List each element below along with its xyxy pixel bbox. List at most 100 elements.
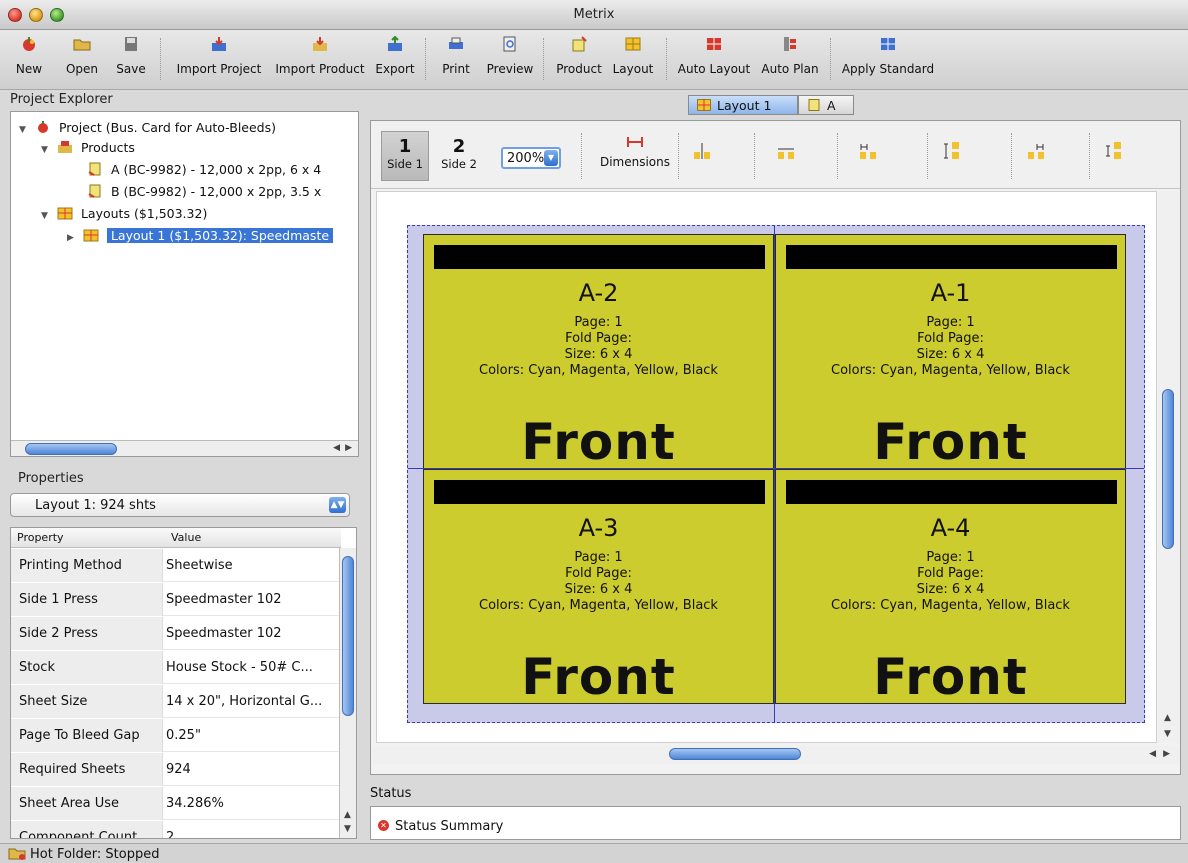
expanded-triangle-icon[interactable]: ▼ — [41, 140, 53, 160]
tree-item-product-a[interactable]: A (BC-9982) - 12,000 x 2pp, 6 x 4 — [87, 160, 321, 180]
apply-standard-button[interactable]: Apply Standard — [840, 36, 936, 86]
auto-plan-icon — [784, 37, 796, 51]
scroll-down-arrow-icon[interactable]: ▼ — [1164, 729, 1171, 739]
tree-item-product-b[interactable]: B (BC-9982) - 12,000 x 2pp, 3.5 x — [87, 182, 321, 202]
toolbar-separator — [678, 133, 679, 179]
preview-button[interactable]: Preview — [484, 36, 536, 86]
layout-canvas[interactable]: A-2 Page: 1 Fold Page: Size: 6 x 4 Color… — [376, 191, 1157, 743]
scrollbar-thumb[interactable] — [342, 556, 354, 716]
side-2-button[interactable]: 2 Side 2 — [435, 131, 483, 181]
toolbar-separator — [666, 38, 667, 80]
card-size: Size: 6 x 4 — [916, 347, 985, 362]
height-tool-button[interactable] — [937, 141, 967, 161]
table-row[interactable]: Sheet Area Use 34.286% — [11, 787, 341, 820]
toolbar-separator — [1011, 133, 1012, 179]
scroll-up-arrow-icon[interactable]: ▲ — [1164, 713, 1171, 723]
scrollbar-thumb[interactable] — [1162, 389, 1174, 549]
imposition-card-a-1[interactable]: A-1 Page: 1 Fold Page: Size: 6 x 4 Color… — [775, 234, 1126, 471]
column-header-property[interactable]: Property — [17, 531, 64, 544]
tab-layout-1[interactable]: Layout 1 — [688, 95, 798, 115]
import-product-button[interactable]: Import Product — [270, 36, 370, 86]
product-page-icon — [88, 184, 101, 198]
tree-item-layout-1[interactable]: ▶ Layout 1 ($1,503.32): Speedmaste — [67, 226, 334, 248]
column-header-value[interactable]: Value — [171, 531, 201, 544]
tab-product-a[interactable]: A — [798, 95, 854, 115]
tree-item-products[interactable]: ▼ Products — [41, 138, 135, 158]
table-row[interactable]: Printing Method Sheetwise — [11, 549, 341, 582]
tree-item-layouts[interactable]: ▼ Layouts ($1,503.32) — [41, 204, 207, 224]
auto-layout-button[interactable]: Auto Layout — [676, 36, 752, 86]
dimensions-button[interactable]: Dimensions — [595, 135, 675, 169]
product-button[interactable]: Product — [554, 36, 604, 86]
card-page: Page: 1 — [926, 550, 975, 565]
canvas-vertical-scrollbar[interactable]: ▲ ▼ — [1158, 191, 1180, 743]
new-project-icon — [23, 37, 35, 51]
properties-vertical-scrollbar[interactable]: ▲ ▼ — [339, 548, 356, 838]
scroll-down-arrow-icon[interactable]: ▼ — [344, 824, 351, 834]
table-row[interactable]: Required Sheets 924 — [11, 753, 341, 786]
height-all-button[interactable] — [1099, 141, 1129, 161]
card-header-bar — [786, 245, 1117, 269]
imposition-card-a-3[interactable]: A-3 Page: 1 Fold Page: Size: 6 x 4 Color… — [423, 469, 774, 706]
printer-icon — [449, 37, 463, 49]
press-sheet[interactable]: A-2 Page: 1 Fold Page: Size: 6 x 4 Color… — [407, 225, 1145, 723]
card-header-bar — [434, 480, 765, 504]
expanded-triangle-icon[interactable]: ▼ — [19, 120, 31, 140]
width-measure-icon — [860, 144, 876, 159]
scrollbar-thumb[interactable] — [25, 443, 117, 455]
table-row[interactable]: Page To Bleed Gap 0.25" — [11, 719, 341, 752]
bottom-status-bar: Hot Folder: Stopped — [0, 843, 1188, 863]
import-project-button[interactable]: Import Project — [173, 36, 265, 86]
scroll-right-arrow-icon[interactable]: ▶ — [1163, 749, 1170, 759]
chevron-down-icon[interactable]: ▼ — [544, 150, 558, 166]
main-toolbar: New Open Save Import Project Import Prod… — [0, 30, 1188, 90]
collapsed-triangle-icon[interactable]: ▶ — [67, 228, 79, 248]
tree-item-label: Layouts ($1,503.32) — [80, 206, 208, 221]
gap-horizontal-button[interactable] — [687, 141, 717, 161]
save-disk-icon — [125, 37, 137, 51]
width-all-button[interactable] — [1021, 141, 1051, 161]
tree-item-label: Project (Bus. Card for Auto-Bleeds) — [58, 120, 276, 135]
table-row[interactable]: Stock House Stock - 50# C... — [11, 651, 341, 684]
layout-button[interactable]: Layout — [610, 36, 656, 86]
scroll-up-arrow-icon[interactable]: ▲ — [344, 810, 351, 820]
auto-plan-button[interactable]: Auto Plan — [758, 36, 822, 86]
gap-vertical-button[interactable] — [771, 141, 801, 161]
layout-view-panel: 1 Side 1 2 Side 2 200% ▼ Dimensions A-2 … — [370, 120, 1181, 775]
scroll-left-arrow-icon[interactable]: ◀ — [1149, 749, 1156, 759]
card-side-label: Front — [873, 648, 1028, 706]
select-arrows-icon[interactable]: ▲▼ — [329, 497, 346, 513]
scroll-left-arrow-icon[interactable]: ◀ — [333, 443, 340, 453]
toolbar-separator — [543, 38, 544, 80]
print-button[interactable]: Print — [438, 36, 474, 86]
export-button[interactable]: Export — [373, 36, 417, 86]
side-1-button[interactable]: 1 Side 1 — [381, 131, 429, 181]
new-button[interactable]: New — [14, 36, 44, 86]
project-explorer-tree[interactable]: ▼ Project (Bus. Card for Auto-Bleeds) ▼ … — [10, 111, 359, 457]
horizontal-guide-line — [408, 468, 1144, 469]
status-summary[interactable]: Status Summary — [395, 819, 503, 834]
width-tool-button[interactable] — [853, 141, 883, 161]
tree-item-project[interactable]: ▼ Project (Bus. Card for Auto-Bleeds) — [19, 118, 276, 138]
table-row[interactable]: Sheet Size 14 x 20", Horizontal G... — [11, 685, 341, 718]
status-panel[interactable]: ✕ Status Summary — [370, 806, 1181, 840]
hot-folder-status[interactable]: Hot Folder: Stopped — [30, 847, 159, 862]
imposition-card-a-2[interactable]: A-2 Page: 1 Fold Page: Size: 6 x 4 Color… — [423, 234, 774, 471]
open-button[interactable]: Open — [62, 36, 102, 86]
table-row[interactable]: Side 1 Press Speedmaster 102 — [11, 583, 341, 616]
card-size: Size: 6 x 4 — [564, 582, 633, 597]
height-all-icon — [1106, 142, 1121, 159]
canvas-horizontal-scrollbar[interactable]: ◀ ▶ — [371, 746, 1180, 764]
scrollbar-thumb[interactable] — [669, 748, 801, 760]
expanded-triangle-icon[interactable]: ▼ — [41, 206, 53, 226]
imposition-card-a-4[interactable]: A-4 Page: 1 Fold Page: Size: 6 x 4 Color… — [775, 469, 1126, 706]
table-row[interactable]: Side 2 Press Speedmaster 102 — [11, 617, 341, 650]
card-colors: Colors: Cyan, Magenta, Yellow, Black — [479, 363, 718, 378]
table-row[interactable]: Component Count 2 — [11, 821, 341, 838]
zoom-select[interactable]: 200% ▼ — [501, 147, 561, 169]
explorer-horizontal-scrollbar[interactable]: ◀ ▶ — [11, 440, 358, 456]
card-id: A-4 — [930, 514, 971, 542]
save-button[interactable]: Save — [114, 36, 148, 86]
properties-object-select[interactable]: Layout 1: 924 shts ▲▼ — [10, 493, 350, 517]
scroll-right-arrow-icon[interactable]: ▶ — [345, 443, 352, 453]
